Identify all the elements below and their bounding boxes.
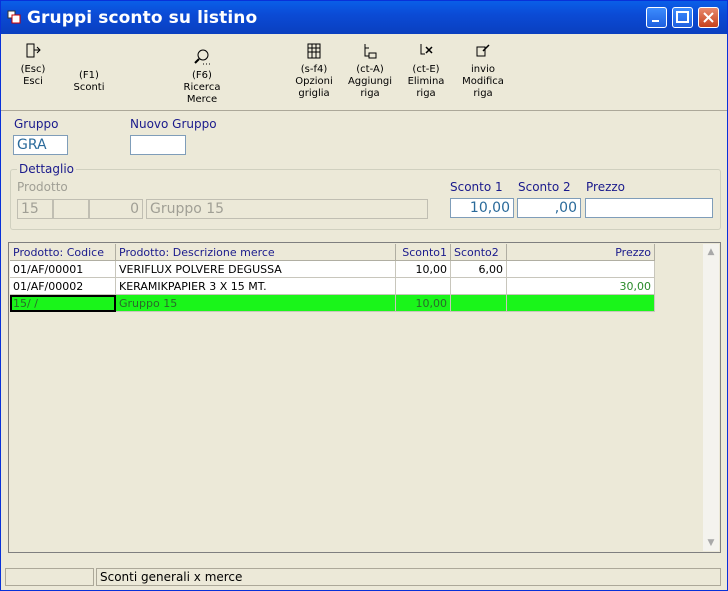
sconti-key: (F1): [79, 70, 99, 81]
maximize-icon: [676, 11, 689, 23]
opzioni-label2: griglia: [298, 88, 330, 99]
elimina-label1: Elimina: [407, 76, 445, 87]
cell-sconto1[interactable]: [395, 277, 451, 295]
ricerca-key: (F6): [192, 70, 212, 81]
cell-sconto1[interactable]: 10,00: [395, 260, 451, 278]
prezzo-label: Prezzo: [586, 180, 626, 194]
search-magnifier-icon: [194, 49, 210, 65]
vertical-scrollbar[interactable]: ▲ ▼: [703, 244, 719, 551]
elimina-key: (ct-E): [412, 64, 440, 75]
grid-options-icon: [307, 43, 321, 59]
exit-button[interactable]: (Esc) Esci: [15, 42, 51, 88]
scroll-down-button[interactable]: ▼: [703, 535, 719, 551]
toolbar: (Esc) Esci (F1) Sconti (F6) Ricerca Merc…: [1, 34, 727, 111]
gruppo-label: Gruppo: [14, 117, 59, 131]
minimize-icon: [652, 20, 659, 22]
aggiungi-key: (ct-A): [356, 64, 384, 75]
grid-table: Prodotto: Codice Prodotto: Descrizione m…: [10, 244, 655, 312]
delete-row-icon: [420, 44, 433, 55]
aggiungi-label1: Aggiungi: [347, 76, 393, 87]
title-bar[interactable]: Gruppi sconto su listino: [1, 1, 727, 34]
prodotto-code1-field: 15: [17, 199, 53, 219]
exit-label: Esci: [23, 76, 43, 87]
cell-prezzo[interactable]: 30,00: [506, 277, 655, 295]
status-bar: Sconti generali x merce: [3, 568, 725, 588]
edit-row-icon: [476, 44, 490, 57]
cell-codice[interactable]: 01/AF/00002: [10, 277, 116, 295]
app-icon: [7, 10, 21, 24]
cell-sconto2[interactable]: [450, 277, 507, 295]
sconto2-label: Sconto 2: [518, 180, 571, 194]
prodotto-label: Prodotto: [17, 180, 68, 194]
prodotto-code2-field: [53, 199, 89, 219]
modifica-riga-button[interactable]: invio Modifica riga: [459, 42, 507, 100]
prodotto-description-field: Gruppo 15: [146, 199, 428, 219]
cell-prezzo[interactable]: [506, 294, 655, 312]
sconti-button[interactable]: (F1) Sconti: [69, 70, 109, 94]
close-icon: [703, 12, 714, 23]
ricerca-label1: Ricerca: [183, 82, 221, 93]
main-window: Gruppi sconto su listino (Esc) Esci (F1)…: [0, 0, 728, 591]
col-descrizione-header[interactable]: Prodotto: Descrizione merce: [115, 244, 396, 261]
cell-codice[interactable]: 01/AF/00001: [10, 260, 116, 278]
maximize-button[interactable]: [672, 7, 693, 28]
opzioni-label1: Opzioni: [295, 76, 333, 87]
cell-descrizione[interactable]: Gruppo 15: [115, 294, 396, 312]
nuovo-gruppo-label: Nuovo Gruppo: [130, 117, 217, 131]
status-panel-2: Sconti generali x merce: [96, 568, 721, 586]
table-row[interactable]: 01/AF/00002 KERAMIKPAPIER 3 X 15 MT. 30,…: [10, 277, 655, 295]
elimina-riga-button[interactable]: (ct-E) Elimina riga: [405, 42, 447, 100]
prodotto-code3-field: 0: [89, 199, 143, 219]
cell-sconto2[interactable]: [450, 294, 507, 312]
elimina-label2: riga: [416, 88, 436, 99]
col-codice-header[interactable]: Prodotto: Codice: [10, 244, 116, 261]
exit-door-icon: [26, 43, 41, 58]
exit-key: (Esc): [20, 64, 46, 75]
modifica-key: invio: [471, 64, 495, 75]
opzioni-key: (s-f4): [300, 64, 328, 75]
nuovo-gruppo-input[interactable]: [130, 135, 186, 155]
col-prezzo-header[interactable]: Prezzo: [506, 244, 655, 261]
cell-codice-active[interactable]: 15/ /: [10, 294, 116, 312]
sconto2-input[interactable]: ,00: [517, 198, 581, 218]
minimize-button[interactable]: [646, 7, 667, 28]
dettaglio-label: Dettaglio: [17, 162, 77, 176]
close-button[interactable]: [698, 7, 719, 28]
scroll-up-button[interactable]: ▲: [703, 244, 719, 260]
table-row[interactable]: 01/AF/00001 VERIFLUX POLVERE DEGUSSA 10,…: [10, 260, 655, 278]
ricerca-label2: Merce: [186, 94, 218, 105]
cell-sconto1[interactable]: 10,00: [395, 294, 451, 312]
modifica-label1: Modifica: [462, 76, 504, 87]
table-row-selected[interactable]: 15/ / Gruppo 15 10,00: [10, 294, 655, 312]
cell-sconto2[interactable]: 6,00: [450, 260, 507, 278]
cell-descrizione[interactable]: KERAMIKPAPIER 3 X 15 MT.: [115, 277, 396, 295]
col-sconto1-header[interactable]: Sconto1: [395, 244, 451, 261]
sconti-label: Sconti: [73, 82, 105, 93]
modifica-label2: riga: [473, 88, 493, 99]
cell-descrizione[interactable]: VERIFLUX POLVERE DEGUSSA: [115, 260, 396, 278]
window-title: Gruppi sconto su listino: [27, 8, 258, 28]
add-row-icon: [364, 44, 377, 59]
grid-header-row: Prodotto: Codice Prodotto: Descrizione m…: [10, 244, 655, 261]
col-sconto2-header[interactable]: Sconto2: [450, 244, 507, 261]
cell-prezzo[interactable]: [506, 260, 655, 278]
opzioni-griglia-button[interactable]: (s-f4) Opzioni griglia: [292, 42, 336, 100]
ricerca-merce-button[interactable]: (F6) Ricerca Merce: [179, 48, 225, 106]
gruppo-input[interactable]: GRA: [13, 135, 68, 155]
aggiungi-riga-button[interactable]: (ct-A) Aggiungi riga: [346, 42, 394, 100]
prezzo-input[interactable]: [585, 198, 713, 218]
sconto1-label: Sconto 1: [450, 180, 503, 194]
sconto1-input[interactable]: 10,00: [450, 198, 514, 218]
data-grid[interactable]: Prodotto: Codice Prodotto: Descrizione m…: [8, 242, 721, 553]
status-panel-1: [5, 568, 94, 586]
aggiungi-label2: riga: [360, 88, 380, 99]
